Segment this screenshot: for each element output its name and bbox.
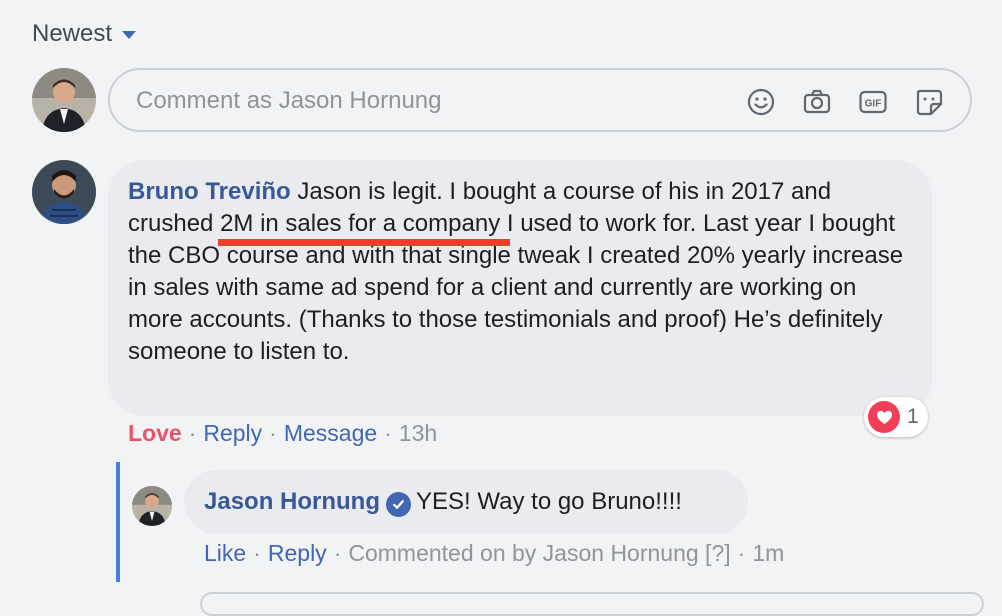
avatar[interactable] xyxy=(32,68,96,132)
reply-text: YES! Way to go Bruno!!!! xyxy=(416,488,682,515)
comment-composer: GIF xyxy=(108,68,972,132)
comment-bubble: Bruno Treviño Jason is legit. I bought a… xyxy=(108,160,932,416)
reply-button[interactable]: Reply xyxy=(268,540,327,566)
reply-button[interactable]: Reply xyxy=(203,420,262,446)
reply-composer[interactable] xyxy=(200,592,984,616)
camera-icon[interactable] xyxy=(802,87,832,117)
reply-actions: Like · Reply · Commented on by Jason Hornung… xyxy=(204,540,785,566)
reply-timestamp[interactable]: 1m xyxy=(752,540,784,566)
svg-text:GIF: GIF xyxy=(865,99,882,110)
reaction-count: 1 xyxy=(907,405,919,428)
commented-on-note: Commented on by Jason Hornung [?] xyxy=(348,540,731,566)
comment-actions: Love · Reply · Message · 13h xyxy=(128,420,438,446)
highlighted-text: 2M in sales for a company xyxy=(218,208,511,246)
gif-icon[interactable]: GIF xyxy=(858,87,888,117)
sticker-icon[interactable] xyxy=(914,87,944,117)
reply-thread-line xyxy=(116,462,120,582)
emoji-icon[interactable] xyxy=(746,87,776,117)
avatar[interactable] xyxy=(32,160,96,224)
sort-label: Newest xyxy=(32,20,113,47)
verified-badge-icon xyxy=(386,492,412,517)
reply-author[interactable]: Jason Hornung xyxy=(204,488,380,515)
comment-input[interactable] xyxy=(134,82,698,120)
reply-bubble: Jason Hornung YES! Way to go Bruno!!!! xyxy=(184,470,748,534)
like-button[interactable]: Like xyxy=(204,540,246,566)
comment-timestamp[interactable]: 13h xyxy=(399,420,437,446)
message-button[interactable]: Message xyxy=(284,420,377,446)
heart-icon xyxy=(868,401,900,433)
love-button[interactable]: Love xyxy=(128,420,182,446)
comment-author[interactable]: Bruno Treviño xyxy=(128,178,291,205)
chevron-down-icon xyxy=(122,31,137,39)
sort-dropdown[interactable]: Newest xyxy=(32,20,137,48)
avatar[interactable] xyxy=(132,486,172,526)
reaction-badge[interactable]: 1 xyxy=(864,397,928,437)
